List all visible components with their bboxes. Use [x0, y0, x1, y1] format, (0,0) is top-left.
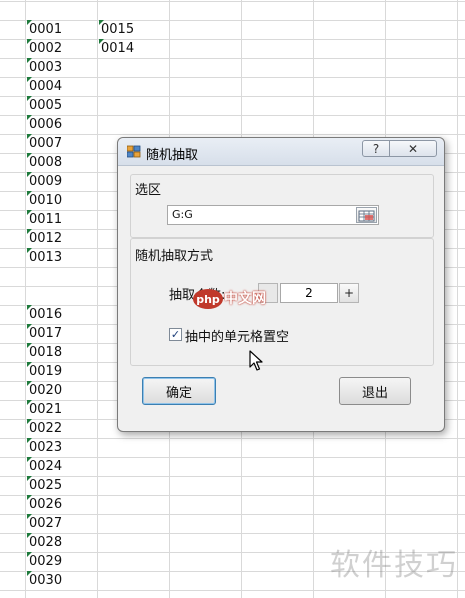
range-picker-button[interactable] [356, 207, 377, 223]
range-input[interactable]: G:G [167, 205, 379, 225]
dialog-title: 随机抽取 [146, 148, 199, 163]
close-button[interactable]: ✕ [389, 140, 437, 157]
cell-a[interactable]: 0023 [27, 438, 62, 457]
cell-a[interactable]: 0008 [27, 153, 62, 172]
cell-a[interactable]: 0029 [27, 552, 62, 571]
cell-a[interactable]: 0003 [27, 58, 62, 77]
watermark-text: 软件技巧 [330, 548, 458, 583]
cell-a[interactable]: 0019 [27, 362, 62, 381]
count-stepper-input[interactable]: 2 [280, 283, 338, 303]
cell-a[interactable]: 0020 [27, 381, 62, 400]
app-icon [127, 145, 141, 158]
cell-a[interactable]: 0030 [27, 571, 62, 590]
cell-a[interactable]: 0017 [27, 324, 62, 343]
cell-a[interactable]: 0016 [27, 305, 62, 324]
cell-a[interactable]: 0026 [27, 495, 62, 514]
cell-a[interactable]: 0007 [27, 134, 62, 153]
close-icon: ✕ [407, 141, 419, 156]
dialog-titlebar[interactable]: 随机抽取 ? ✕ [118, 138, 444, 166]
cell-a[interactable]: 0024 [27, 457, 62, 476]
cell-a[interactable]: 0025 [27, 476, 62, 495]
cell-a[interactable]: 0002 [27, 39, 62, 58]
clear-cells-checkbox[interactable]: ✓ [169, 328, 182, 341]
cell-a[interactable]: 0013 [27, 248, 62, 267]
cell-a[interactable]: 0005 [27, 96, 62, 115]
cell-a[interactable]: 0028 [27, 533, 62, 552]
cell-a[interactable]: 0027 [27, 514, 62, 533]
random-pick-dialog: 随机抽取 ? ✕ 选区 G:G 随机抽取方式 抽取个数: 2 + ✓ 抽中的单元… [117, 137, 445, 432]
cell-a[interactable]: 0018 [27, 343, 62, 362]
cell-a[interactable]: 0022 [27, 419, 62, 438]
cell-a[interactable]: 0011 [27, 210, 62, 229]
cell-a[interactable]: 0006 [27, 115, 62, 134]
method-section-label: 随机抽取方式 [135, 249, 214, 264]
cell-a[interactable]: 0012 [27, 229, 62, 248]
cell-a[interactable]: 0021 [27, 400, 62, 419]
cell-a[interactable]: 0004 [27, 77, 62, 96]
exit-button[interactable]: 退出 [339, 377, 411, 405]
range-select-icon [358, 210, 375, 222]
ok-button[interactable]: 确定 [142, 377, 216, 405]
checkmark-icon: ✓ [170, 328, 181, 341]
cell-b[interactable]: 0014 [99, 39, 134, 58]
cell-a[interactable]: 0010 [27, 191, 62, 210]
mouse-pointer-icon [249, 350, 263, 371]
cell-a[interactable]: 0009 [27, 172, 62, 191]
increment-button[interactable]: + [339, 283, 359, 303]
cell-a[interactable]: 0001 [27, 20, 62, 39]
clear-cells-label[interactable]: 抽中的单元格置空 [185, 326, 289, 345]
site-name: 中文网 [224, 291, 266, 307]
range-section-label: 选区 [135, 183, 162, 198]
help-button[interactable]: ? [362, 140, 390, 157]
cell-b[interactable]: 0015 [99, 20, 134, 39]
help-icon: ? [372, 141, 380, 156]
php-logo-icon: php [193, 289, 223, 309]
php-logo-text: php [196, 293, 220, 306]
